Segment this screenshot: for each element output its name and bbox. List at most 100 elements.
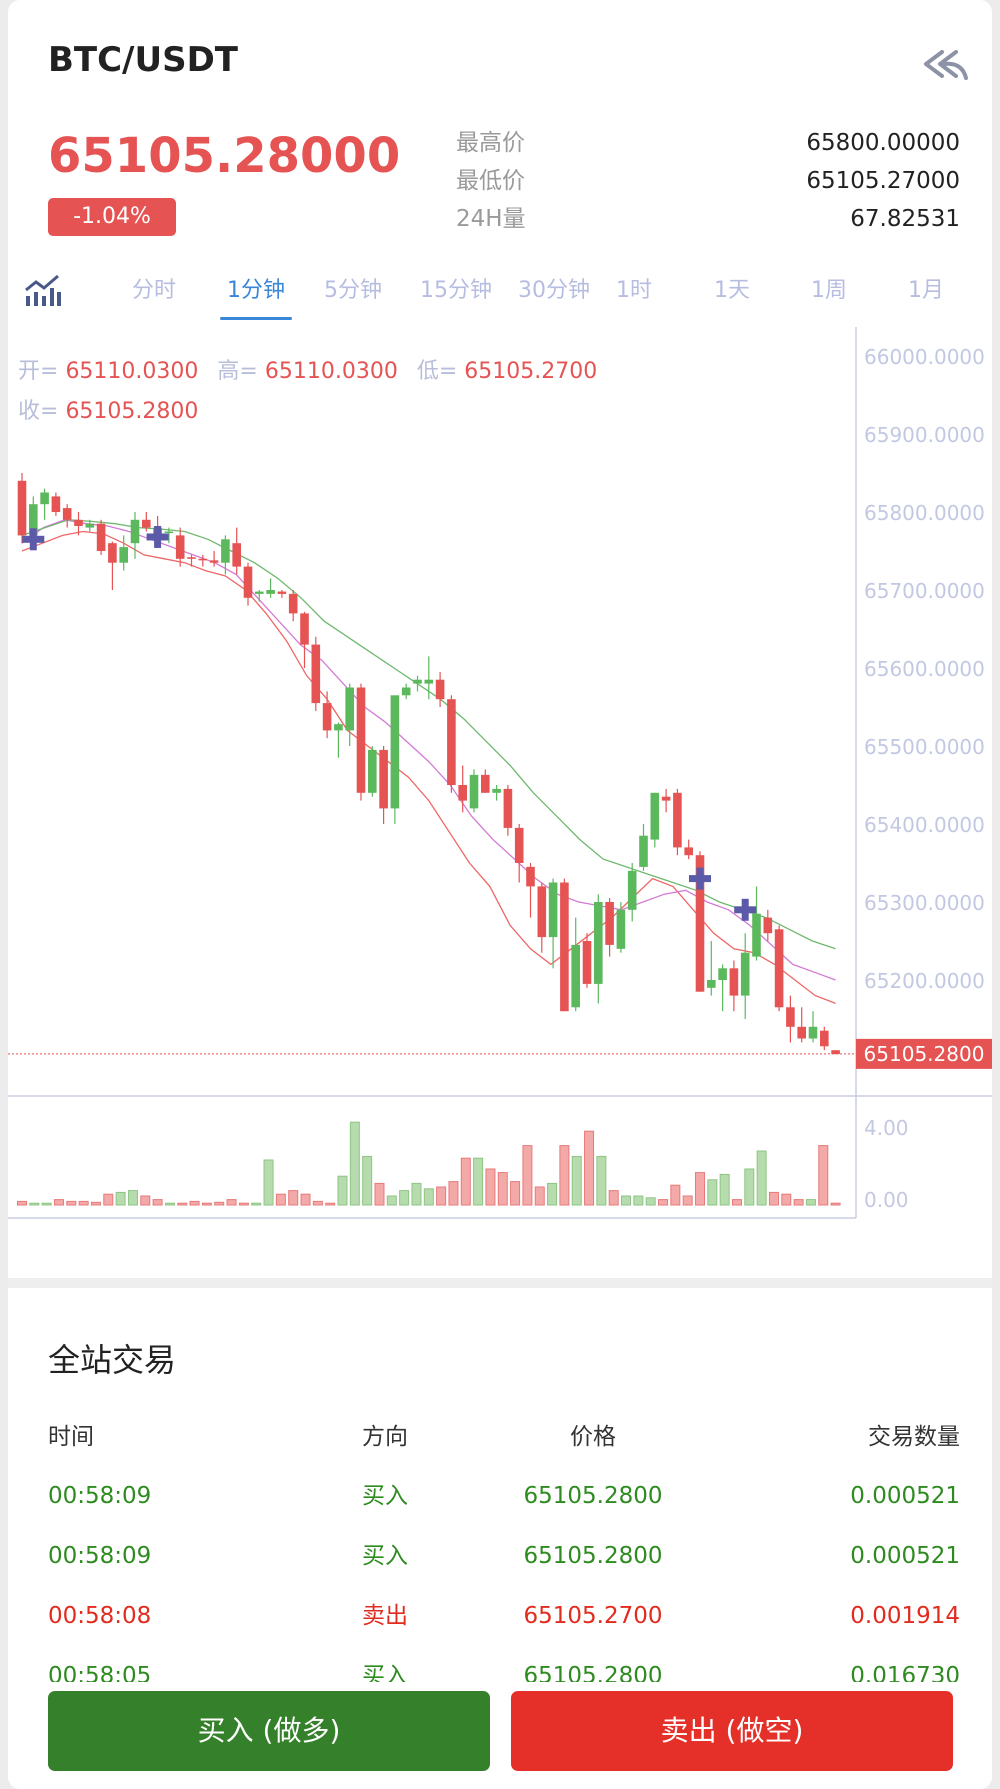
- tab-15min[interactable]: 15分钟: [408, 268, 504, 314]
- close-label: 收=: [18, 399, 59, 424]
- volume-bar: [534, 1186, 545, 1206]
- candle-body: [514, 827, 524, 863]
- volume-bar: [325, 1202, 336, 1206]
- volume-bar: [164, 1202, 175, 1206]
- candle-body: [40, 492, 49, 505]
- kline-chart[interactable]: 66000.0000 65900.0000 65800.0000 65700.0000…: [8, 325, 992, 1225]
- interval-tabs: 分时 1分钟 5分钟 15分钟 30分钟 1时 1天 1周 1月: [24, 268, 976, 320]
- candle-body: [560, 882, 569, 1012]
- volume-bar: [596, 1155, 607, 1206]
- candle-body: [85, 523, 95, 528]
- stat-value: 67.82531: [850, 206, 960, 232]
- candle-body: [175, 535, 185, 559]
- volume-bar: [805, 1199, 816, 1206]
- stat-row-high: 最高价 65800.00000: [456, 124, 960, 162]
- ma-line: [21, 519, 836, 950]
- candle-body: [209, 560, 219, 563]
- candle-body: [221, 539, 230, 563]
- price-tick-label: 65600.0000: [864, 657, 985, 681]
- candle-body: [142, 519, 151, 528]
- stat-row-low: 最低价 65105.27000: [456, 162, 960, 200]
- candle-body: [752, 913, 761, 957]
- buy-long-button[interactable]: 买入 (做多): [48, 1691, 490, 1771]
- tab-fenshi[interactable]: 分时: [106, 268, 202, 314]
- candle-body: [435, 679, 445, 700]
- candle-body: [424, 679, 434, 684]
- volume-bar: [288, 1190, 299, 1206]
- volume-bar: [374, 1182, 385, 1206]
- chart-indicator-icon[interactable]: [24, 274, 62, 308]
- trade-price: 65105.2800: [523, 1663, 663, 1682]
- candle-body: [401, 687, 411, 696]
- candle-body: [243, 566, 253, 598]
- candle-body: [797, 1026, 806, 1039]
- candle-body: [119, 547, 128, 563]
- volume-bar: [707, 1179, 718, 1206]
- tab-1min[interactable]: 1分钟: [208, 268, 304, 320]
- trade-time: 00:58:05: [48, 1663, 152, 1682]
- sell-short-button[interactable]: 卖出 (做空): [511, 1691, 953, 1771]
- candle-body: [481, 774, 490, 793]
- candle-body: [571, 944, 580, 1008]
- ma-line: [21, 530, 836, 1005]
- stat-label: 24H量: [456, 206, 526, 232]
- trade-row: 00:58:05 买入 65105.2800 0.016730: [48, 1656, 960, 1682]
- volume-bar: [362, 1155, 373, 1206]
- volume-bar: [337, 1175, 348, 1206]
- volume-bar: [115, 1191, 126, 1206]
- volume-bar: [201, 1202, 212, 1206]
- tab-1h[interactable]: 1时: [586, 268, 682, 314]
- volume-bar: [818, 1145, 829, 1206]
- price-tick-label: 65200.0000: [864, 969, 985, 993]
- candle-body: [684, 847, 693, 856]
- col-qty: 交易数量: [868, 1424, 960, 1450]
- candle-body: [51, 496, 61, 512]
- candle-body: [661, 796, 671, 801]
- tab-1d[interactable]: 1天: [684, 268, 780, 314]
- tab-1mo[interactable]: 1月: [878, 268, 974, 314]
- price-stats: 最高价 65800.00000 最低价 65105.27000 24H量 67.…: [456, 124, 960, 238]
- volume-bar: [768, 1191, 779, 1206]
- volume-bar: [658, 1199, 669, 1206]
- volume-bar: [251, 1202, 262, 1206]
- candle-body: [356, 687, 366, 793]
- candle-body: [820, 1030, 829, 1047]
- volume-bar: [312, 1200, 323, 1206]
- volume-bar: [17, 1200, 27, 1206]
- trades-list[interactable]: 00:58:09 买入 65105.2800 0.000521 00:58:09…: [8, 1458, 992, 1682]
- volume-bar: [645, 1197, 656, 1206]
- volume-bar: [436, 1186, 447, 1206]
- volume-bar: [226, 1199, 237, 1206]
- stat-value: 65800.00000: [806, 130, 960, 156]
- volume-bar: [608, 1190, 619, 1206]
- candle-body: [639, 835, 648, 867]
- candle-body: [707, 980, 716, 988]
- trade-time: 00:58:09: [48, 1483, 152, 1509]
- volume-bar: [238, 1202, 249, 1206]
- candle-body: [526, 866, 535, 887]
- candle-body: [673, 792, 682, 848]
- tab-5min[interactable]: 5分钟: [305, 268, 401, 314]
- trade-side: 买入: [362, 1543, 408, 1569]
- tab-1w[interactable]: 1周: [781, 268, 877, 314]
- ma-line: [21, 519, 836, 981]
- volume-tick-label: 4.00: [864, 1116, 909, 1140]
- volume-tick-label: 0.00: [864, 1188, 909, 1212]
- trade-qty: 0.000521: [850, 1543, 960, 1569]
- trade-price: 65105.2700: [523, 1603, 663, 1629]
- volume-bar: [559, 1145, 570, 1206]
- col-price: 价格: [570, 1424, 616, 1450]
- volume-bar: [571, 1155, 582, 1206]
- trade-price: 65105.2800: [523, 1483, 663, 1509]
- volume-bar: [682, 1195, 693, 1206]
- volume-bar: [140, 1195, 151, 1206]
- open-label: 开=: [18, 359, 59, 384]
- volume-bar: [349, 1121, 360, 1206]
- candle-body: [458, 785, 467, 801]
- candle-body: [786, 1007, 795, 1027]
- candle-body: [808, 1026, 818, 1039]
- col-time: 时间: [48, 1424, 94, 1450]
- back-icon[interactable]: [920, 46, 970, 82]
- volume-bar: [473, 1157, 484, 1206]
- close-value: 65105.2800: [65, 399, 199, 424]
